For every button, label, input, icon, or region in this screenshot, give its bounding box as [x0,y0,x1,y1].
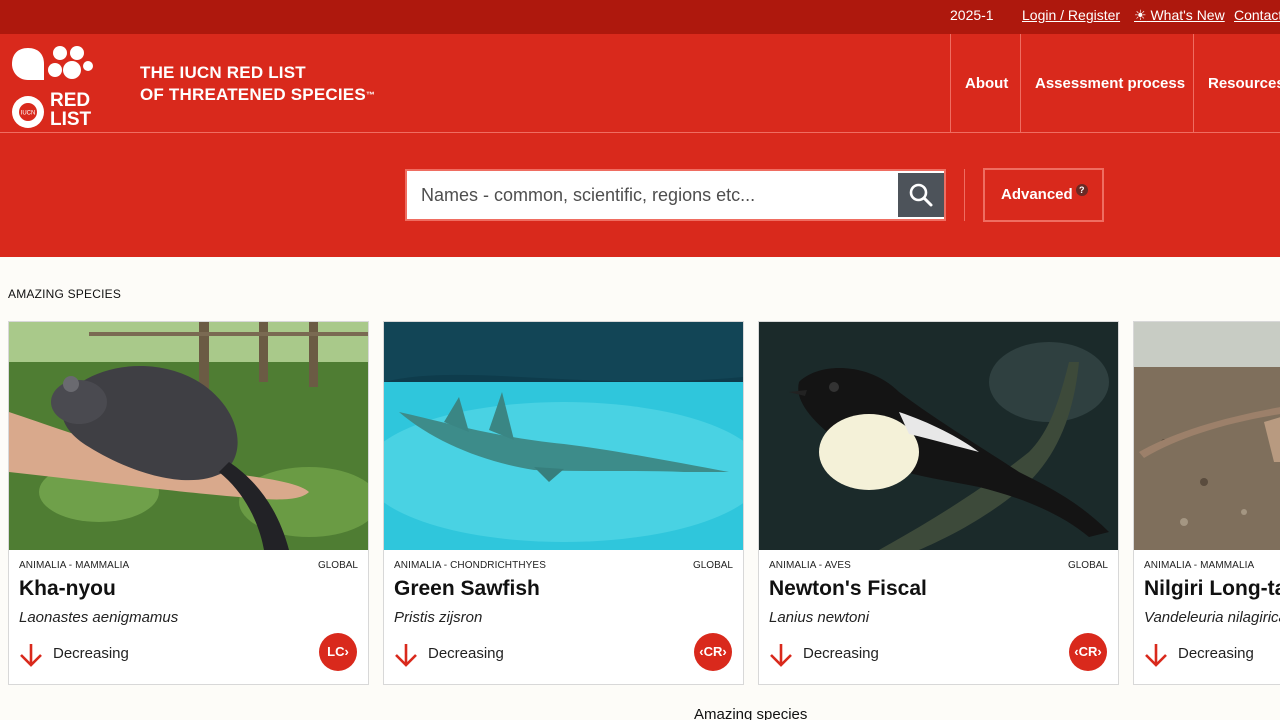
logo-text-list: LIST [50,109,92,130]
nav-assessment-process[interactable]: Assessment process [1020,34,1193,133]
status-code: CR [703,644,723,659]
species-scope: GLOBAL [1067,560,1108,571]
species-taxonomy: ANIMALIA - AVES [769,560,851,571]
species-scientific-name: Lanius newtoni [769,609,870,626]
section-footer-title: Amazing species [694,706,808,720]
species-common-name[interactable]: Newton's Fiscal [769,577,927,601]
red-list-logo[interactable]: IUCN RED LIST [10,44,94,130]
population-trend: Decreasing [53,645,129,662]
species-common-name[interactable]: Green Sawfish [394,577,540,601]
search-box [405,169,946,221]
species-taxonomy: ANIMALIA - MAMMALIA [19,560,130,571]
species-photo[interactable] [384,322,743,550]
search-icon [909,183,933,207]
population-trend: Decreasing [1178,645,1254,662]
contact-link[interactable]: Contact [1234,7,1280,23]
status-badge[interactable]: LC› [319,633,357,671]
status-code: LC [327,644,345,659]
arrow-down-icon [1145,644,1167,667]
search-band: Advanced? [0,133,1280,257]
status-badge[interactable]: ‹CR› [1069,633,1107,671]
help-icon[interactable]: ? [1075,184,1088,196]
nav-resources[interactable]: Resources [1193,34,1280,133]
species-common-name[interactable]: Nilgiri Long-ta [1144,577,1280,601]
arrow-down-icon [395,644,417,667]
site-title-line2: OF THREATENED SPECIES [140,85,366,104]
species-photo[interactable] [759,322,1118,550]
species-card[interactable]: ANIMALIA - CHONDRICHTHYES GLOBAL Green S… [383,321,744,685]
version-label: 2025-1 [950,7,994,23]
logo-text-red: RED [50,90,90,111]
whats-new-label: What's New [1150,7,1225,23]
site-title[interactable]: THE IUCN RED LIST OF THREATENED SPECIES™ [140,62,375,106]
species-card[interactable]: ANIMALIA - MAMMALIA Nilgiri Long-ta Vand… [1133,321,1280,685]
section-title: AMAZING SPECIES [8,287,122,301]
species-photo[interactable] [1134,322,1280,550]
trademark-mark: ™ [365,90,376,100]
arrow-down-icon [20,644,42,667]
species-card[interactable]: ANIMALIA - MAMMALIA GLOBAL Kha-nyou Laon… [8,321,369,685]
logo-badge: IUCN [21,111,36,117]
status-badge[interactable]: ‹CR› [694,633,732,671]
population-trend: Decreasing [428,645,504,662]
advanced-search-button[interactable]: Advanced? [983,168,1104,222]
search-button[interactable] [898,173,944,217]
species-scope: GLOBAL [692,560,733,571]
species-taxonomy: ANIMALIA - MAMMALIA [1144,560,1255,571]
arrow-down-icon [770,644,792,667]
species-card[interactable]: ANIMALIA - AVES GLOBAL Newton's Fiscal L… [758,321,1119,685]
population-trend: Decreasing [803,645,879,662]
species-scientific-name: Laonastes aenigmamus [19,609,179,626]
species-taxonomy: ANIMALIA - CHONDRICHTHYES [394,560,546,571]
species-scope: GLOBAL [317,560,358,571]
species-common-name[interactable]: Kha-nyou [19,577,116,601]
species-scientific-name: Pristis zijsron [394,609,483,626]
sun-icon: ☀ [1134,7,1147,23]
search-input[interactable] [409,173,898,217]
whats-new-link[interactable]: ☀ What's New [1134,7,1225,24]
login-register-link[interactable]: Login / Register [1022,7,1120,23]
top-utility-bar: 2025-1 Login / Register ☀ What's New Con… [0,0,1280,34]
species-scientific-name: Vandeleuria nilagirica [1144,609,1280,626]
site-header: IUCN RED LIST THE IUCN RED LIST OF THREA… [0,34,1280,133]
site-title-line1: THE IUCN RED LIST [140,63,306,82]
search-divider [964,169,965,221]
advanced-label: Advanced [1001,186,1073,203]
status-code: CR [1078,644,1098,659]
species-photo[interactable] [9,322,368,550]
nav-about[interactable]: About [950,34,1020,133]
